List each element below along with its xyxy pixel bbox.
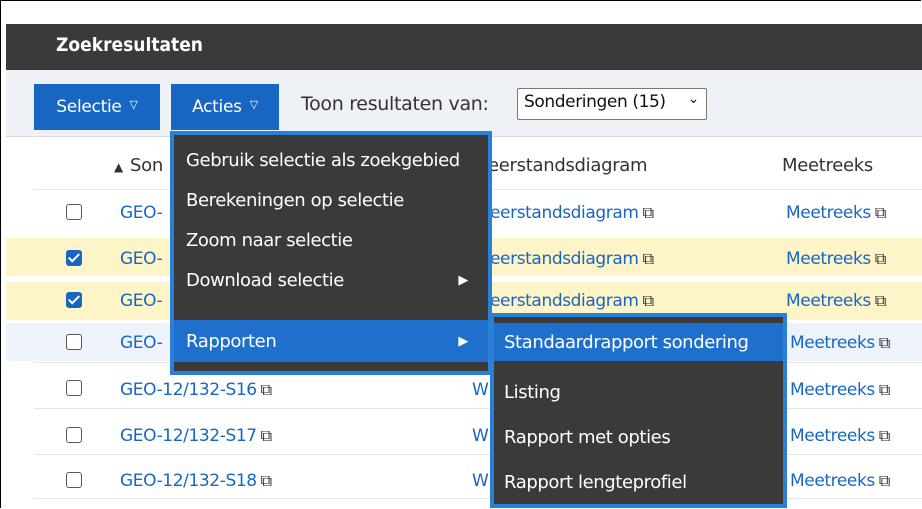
- sondering-id-link[interactable]: GEO-12/132-S18 ⧉: [120, 471, 272, 491]
- selectie-label: Selectie: [56, 97, 122, 117]
- external-link-icon: ⧉: [878, 333, 890, 352]
- meetreeks-text: Meetreeks: [790, 471, 875, 491]
- chevron-down-icon: ⌄: [687, 91, 700, 107]
- diagram-text: eerstandsdiagram: [490, 203, 639, 223]
- acties-menu: Gebruik selectie als zoekgebied Berekeni…: [170, 131, 492, 375]
- menu-item-rapport-opties[interactable]: Rapport met opties: [494, 417, 783, 457]
- external-link-icon: ⧉: [642, 249, 654, 268]
- menu-item-label: Berekeningen op selectie: [186, 189, 404, 211]
- sondering-id-link[interactable]: GEO-: [120, 203, 163, 223]
- row-divider: [34, 454, 922, 455]
- menu-item-berekeningen[interactable]: Berekeningen op selectie: [174, 180, 488, 220]
- sondering-id-link[interactable]: GEO-: [120, 249, 163, 269]
- column-header-id[interactable]: Son: [130, 155, 163, 176]
- row-checkbox[interactable]: [66, 250, 82, 266]
- weerstandsdiagram-link[interactable]: W: [472, 471, 489, 491]
- sondering-id-text: GEO-12/132-S16: [120, 380, 257, 400]
- menu-item-listing[interactable]: Listing: [494, 372, 783, 412]
- column-header-diagram[interactable]: eerstandsdiagram: [488, 155, 648, 176]
- rapporten-submenu: Standaardrapport sondering Listing Rappo…: [490, 313, 787, 508]
- menu-item-rapport-lengteprofiel[interactable]: Rapport lengteprofiel: [494, 462, 783, 502]
- row-checkbox[interactable]: [66, 292, 82, 308]
- row-checkbox[interactable]: [66, 427, 82, 443]
- meetreeks-link[interactable]: Meetreeks ⧉: [790, 471, 890, 491]
- row-divider: [34, 408, 922, 409]
- sondering-id-text: GEO-12/132-S17: [120, 426, 257, 446]
- weerstandsdiagram-link[interactable]: eerstandsdiagram ⧉: [490, 203, 654, 223]
- external-link-icon: ⧉: [878, 426, 890, 445]
- menu-item-download[interactable]: Download selectie ▶: [174, 260, 488, 300]
- menu-item-zoom[interactable]: Zoom naar selectie: [174, 220, 488, 260]
- external-link-icon: ⧉: [878, 380, 890, 399]
- panel-title: Zoekresultaten: [56, 34, 203, 56]
- menu-item-label: Rapport met opties: [504, 426, 671, 448]
- menu-item-label: Gebruik selectie als zoekgebied: [186, 149, 460, 171]
- row-checkbox[interactable]: [66, 472, 82, 488]
- weerstandsdiagram-link[interactable]: W: [472, 426, 489, 446]
- submenu-arrow-icon: ▶: [458, 333, 468, 349]
- sondering-id-link[interactable]: GEO-12/132-S17 ⧉: [120, 426, 272, 446]
- external-link-icon: ⧉: [260, 471, 272, 490]
- external-link-icon: ⧉: [874, 249, 886, 268]
- results-header: Zoekresultaten: [6, 24, 922, 70]
- weerstandsdiagram-link[interactable]: eerstandsdiagram ⧉: [490, 249, 654, 269]
- sondering-id-link[interactable]: GEO-: [120, 291, 163, 311]
- acties-button[interactable]: Acties ▽: [171, 84, 279, 130]
- meetreeks-link[interactable]: Meetreeks ⧉: [786, 249, 886, 269]
- external-link-icon: ⧉: [642, 203, 654, 222]
- acties-label: Acties: [192, 97, 242, 117]
- meetreeks-link[interactable]: Meetreeks ⧉: [786, 291, 886, 311]
- sondering-id-text: GEO-12/132-S18: [120, 471, 257, 491]
- menu-item-gebruik-selectie[interactable]: Gebruik selectie als zoekgebied: [174, 140, 488, 180]
- external-link-icon: ⧉: [874, 291, 886, 310]
- meetreeks-link[interactable]: Meetreeks ⧉: [790, 333, 890, 353]
- column-header-meetreeks[interactable]: Meetreeks: [782, 155, 873, 176]
- menu-item-label: Rapporten: [186, 330, 277, 352]
- toon-resultaten-label: Toon resultaten van:: [301, 93, 489, 115]
- external-link-icon: ⧉: [642, 291, 654, 310]
- weerstandsdiagram-link[interactable]: W: [472, 380, 489, 400]
- meetreeks-text: Meetreeks: [786, 249, 871, 269]
- menu-item-standaardrapport[interactable]: Standaardrapport sondering: [494, 323, 783, 361]
- submenu-arrow-icon: ▶: [458, 272, 468, 288]
- menu-item-label: Download selectie: [186, 269, 344, 291]
- external-link-icon: ⧉: [878, 471, 890, 490]
- row-checkbox[interactable]: [66, 380, 82, 396]
- sondering-id-link[interactable]: GEO-12/132-S16 ⧉: [120, 380, 272, 400]
- meetreeks-link[interactable]: Meetreeks ⧉: [790, 380, 890, 400]
- meetreeks-text: Meetreeks: [790, 333, 875, 353]
- result-type-select[interactable]: Sonderingen (15) ⌄: [517, 88, 707, 120]
- external-link-icon: ⧉: [874, 203, 886, 222]
- meetreeks-text: Meetreeks: [786, 203, 871, 223]
- sondering-id-link[interactable]: GEO-: [120, 333, 163, 353]
- weerstandsdiagram-link[interactable]: eerstandsdiagram ⧉: [490, 291, 654, 311]
- menu-item-label: Listing: [504, 381, 561, 403]
- menu-item-label: Standaardrapport sondering: [504, 331, 749, 353]
- row-checkbox[interactable]: [66, 204, 82, 220]
- external-link-icon: ⧉: [260, 426, 272, 445]
- meetreeks-link[interactable]: Meetreeks ⧉: [790, 426, 890, 446]
- caret-down-icon: ▽: [249, 97, 258, 111]
- caret-down-icon: ▽: [129, 97, 138, 111]
- diagram-text: eerstandsdiagram: [490, 249, 639, 269]
- meetreeks-text: Meetreeks: [790, 426, 875, 446]
- sort-asc-icon[interactable]: ▲: [114, 160, 123, 174]
- row-divider: [34, 498, 922, 499]
- menu-item-label: Zoom naar selectie: [186, 229, 353, 251]
- external-link-icon: ⧉: [260, 380, 272, 399]
- menu-item-rapporten[interactable]: Rapporten ▶: [174, 320, 488, 362]
- meetreeks-text: Meetreeks: [786, 291, 871, 311]
- diagram-text: eerstandsdiagram: [490, 291, 639, 311]
- meetreeks-link[interactable]: Meetreeks ⧉: [786, 203, 886, 223]
- meetreeks-text: Meetreeks: [790, 380, 875, 400]
- selectie-button[interactable]: Selectie ▽: [34, 84, 160, 130]
- result-type-value: Sonderingen (15): [524, 92, 666, 112]
- row-checkbox[interactable]: [66, 334, 82, 350]
- menu-item-label: Rapport lengteprofiel: [504, 471, 687, 493]
